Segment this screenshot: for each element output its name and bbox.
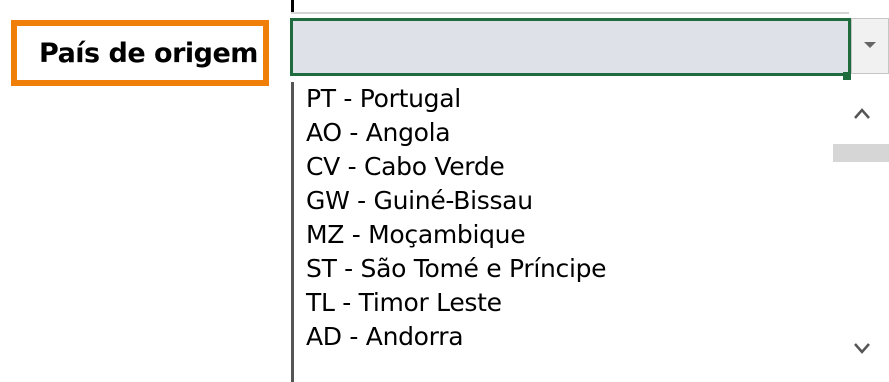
dropdown-arrow-icon	[864, 42, 876, 48]
scroll-down-button[interactable]	[833, 332, 889, 372]
dropdown-button[interactable]	[851, 18, 889, 74]
list-item[interactable]: TL - Timor Leste	[306, 286, 606, 320]
list-item[interactable]: GW - Guiné-Bissau	[306, 184, 606, 218]
list-item[interactable]: AD - Andorra	[306, 320, 606, 354]
list-item[interactable]: ST - São Tomé e Príncipe	[306, 252, 607, 286]
list-item[interactable]: CV - Cabo Verde	[306, 150, 606, 184]
dropdown-list[interactable]: PT - Portugal AO - Angola CV - Cabo Verd…	[291, 82, 889, 382]
country-cell[interactable]	[290, 18, 851, 76]
chevron-down-icon	[854, 343, 870, 354]
vertical-scrollbar[interactable]	[833, 82, 889, 382]
field-label: País de origem	[39, 38, 258, 69]
cell-gridline	[291, 12, 849, 14]
scroll-thumb[interactable]	[833, 144, 889, 162]
fill-handle[interactable]	[843, 72, 851, 80]
scroll-up-button[interactable]	[833, 92, 889, 132]
list-item[interactable]: AO - Angola	[306, 116, 606, 150]
field-label-highlight: País de origem	[11, 20, 269, 86]
list-item[interactable]: PT - Portugal	[306, 82, 606, 116]
list-item[interactable]: MZ - Moçambique	[306, 218, 606, 252]
chevron-up-icon	[854, 108, 870, 119]
